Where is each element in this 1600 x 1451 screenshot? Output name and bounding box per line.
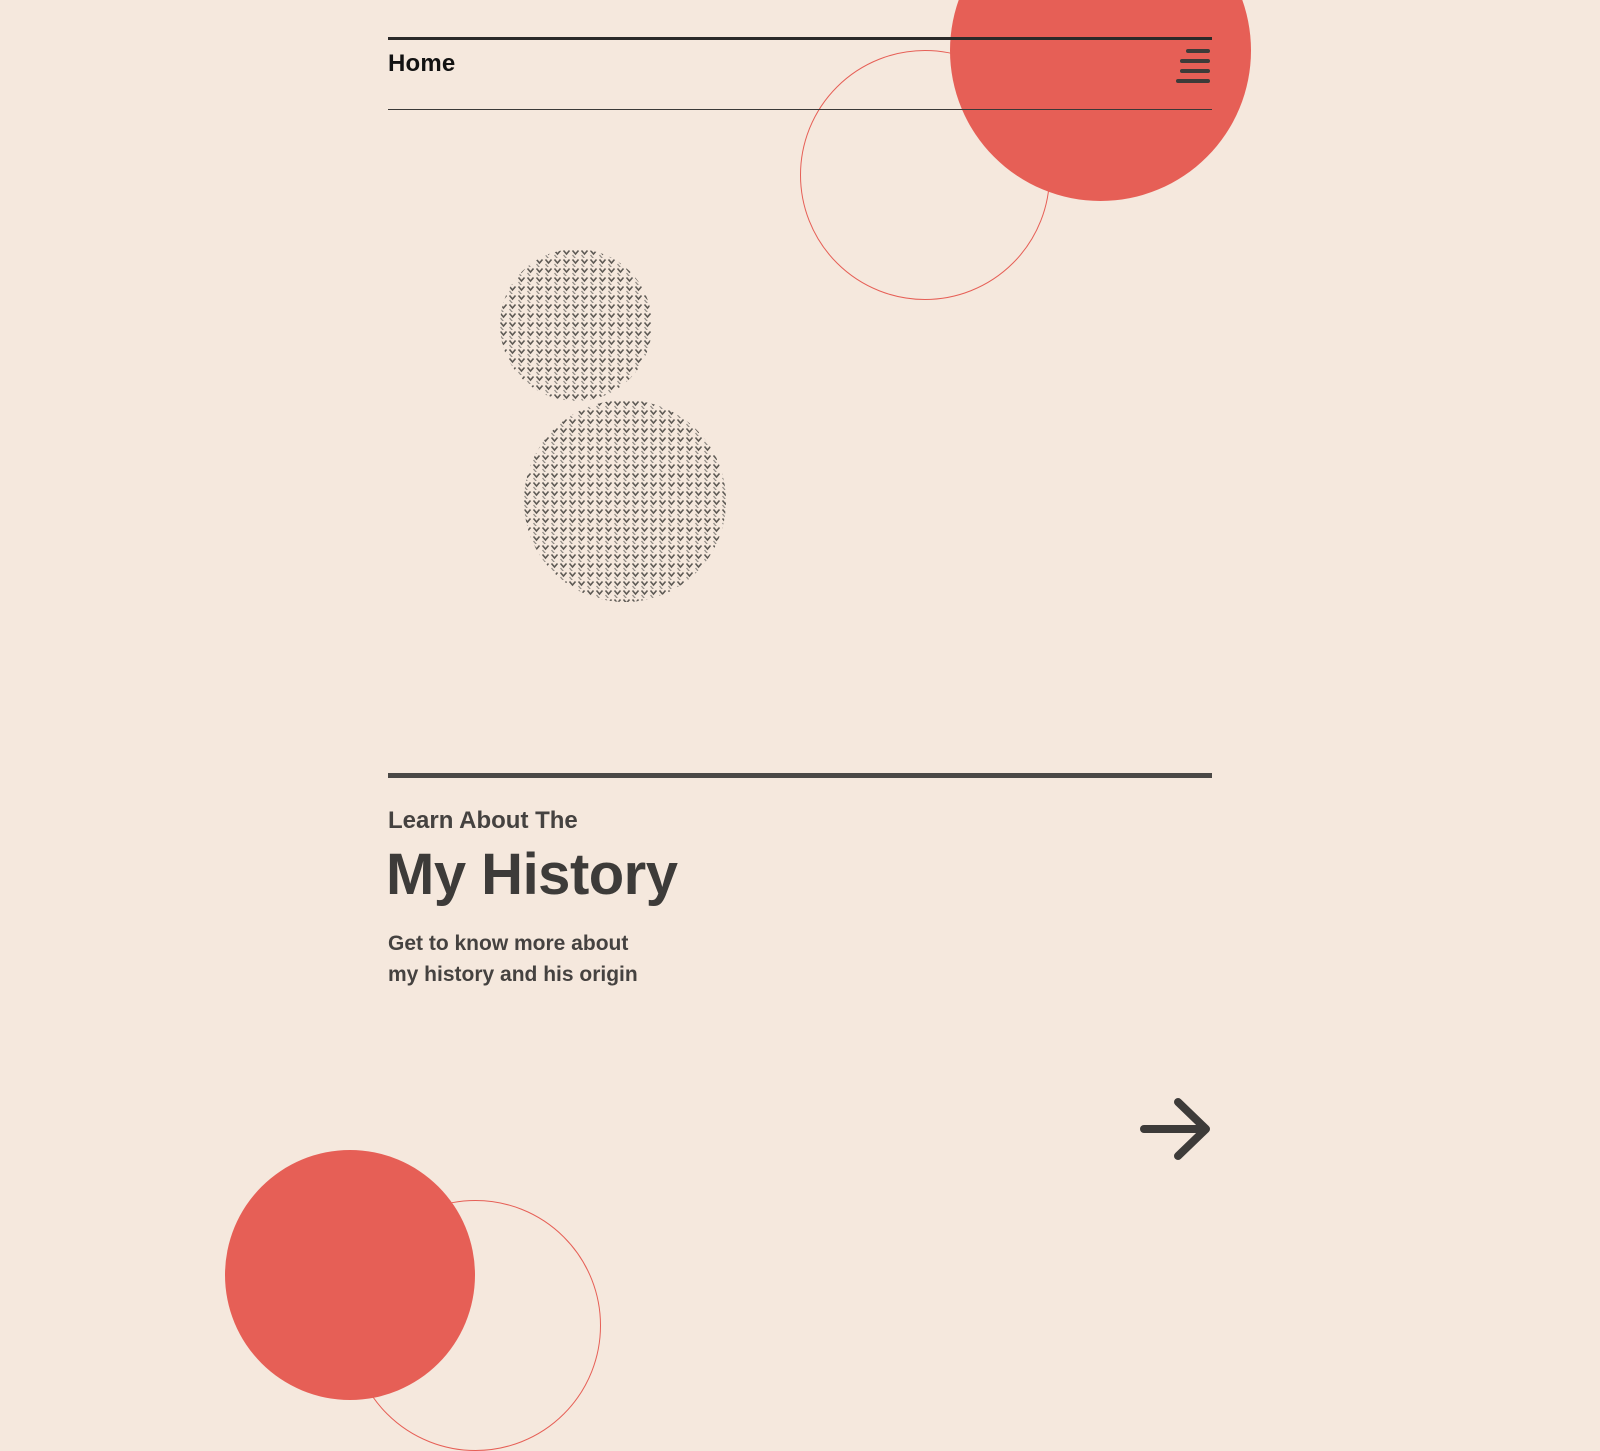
section-description: Get to know more about my history and hi… bbox=[388, 928, 668, 990]
page-title: My History bbox=[386, 842, 678, 907]
description-line: Get to know more about bbox=[388, 932, 629, 955]
nav-home-link[interactable]: Home bbox=[388, 49, 455, 79]
small-patterned-circle-decoration bbox=[500, 249, 652, 401]
section-divider bbox=[388, 773, 1212, 778]
header-bottom-divider bbox=[388, 109, 1212, 110]
section-eyebrow: Learn About The bbox=[388, 807, 578, 834]
arrow-right-icon bbox=[1140, 1098, 1210, 1160]
next-button[interactable] bbox=[1138, 1096, 1214, 1162]
large-patterned-circle-decoration bbox=[524, 400, 726, 602]
header-top-divider bbox=[388, 37, 1212, 40]
bottom-red-circle-decoration bbox=[225, 1150, 475, 1400]
description-line: my history and his origin bbox=[388, 963, 638, 986]
menu-button[interactable] bbox=[1174, 46, 1212, 86]
